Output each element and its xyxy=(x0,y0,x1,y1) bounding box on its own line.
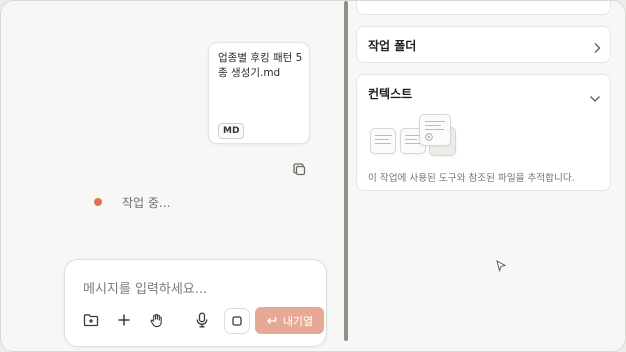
enter-icon xyxy=(267,316,276,324)
context-description: 이 작업에 사용된 도구와 참조된 파일을 추적합니다. xyxy=(368,173,575,184)
app-window: 업종별 후킹 패턴 5종 생성기.md MD 작업 중... 메시지를 입력하세… xyxy=(0,0,626,352)
stop-button[interactable] xyxy=(224,308,250,334)
chevron-down-icon[interactable] xyxy=(589,88,601,107)
copy-icon[interactable] xyxy=(291,161,307,177)
file-type-badge: MD xyxy=(218,123,245,139)
mouse-cursor-icon xyxy=(495,258,507,277)
plus-icon[interactable] xyxy=(114,310,134,330)
collapsed-section-card xyxy=(356,1,611,15)
microphone-icon[interactable] xyxy=(192,310,212,330)
send-button-label: 내기열 xyxy=(282,314,314,328)
message-input[interactable]: 메시지를 입력하세요... xyxy=(83,278,207,297)
status-dot xyxy=(94,198,102,206)
working-status: 작업 중... xyxy=(94,194,170,210)
attached-file-card[interactable]: 업종별 후킹 패턴 5종 생성기.md MD xyxy=(208,42,310,144)
file-name: 업종별 후킹 패턴 5종 생성기.md xyxy=(218,52,303,79)
side-panel: 작업 폴더 컨텍스트 이 작업에 사용된 도구와 참조된 파일을 추적합니다. xyxy=(348,1,625,351)
document-thumbnail xyxy=(419,114,451,146)
document-thumbnail xyxy=(370,128,396,154)
message-composer: 메시지를 입력하세요... 내기열 xyxy=(64,259,327,347)
chevron-right-icon xyxy=(593,39,601,58)
add-folder-icon[interactable] xyxy=(81,310,101,330)
status-text: 작업 중... xyxy=(122,195,171,210)
context-section: 컨텍스트 이 작업에 사용된 도구와 참조된 파일을 추적합니다. xyxy=(356,74,611,191)
stop-icon xyxy=(232,316,242,326)
working-folder-title: 작업 폴더 xyxy=(368,39,417,53)
queue-send-button[interactable]: 내기열 xyxy=(255,307,324,334)
chat-pane: 업종별 후킹 패턴 5종 생성기.md MD 작업 중... 메시지를 입력하세… xyxy=(1,1,344,351)
working-folder-section[interactable]: 작업 폴더 xyxy=(356,26,611,63)
context-title: 컨텍스트 xyxy=(368,87,413,101)
play-icon xyxy=(425,133,433,141)
hand-icon[interactable] xyxy=(146,310,166,330)
